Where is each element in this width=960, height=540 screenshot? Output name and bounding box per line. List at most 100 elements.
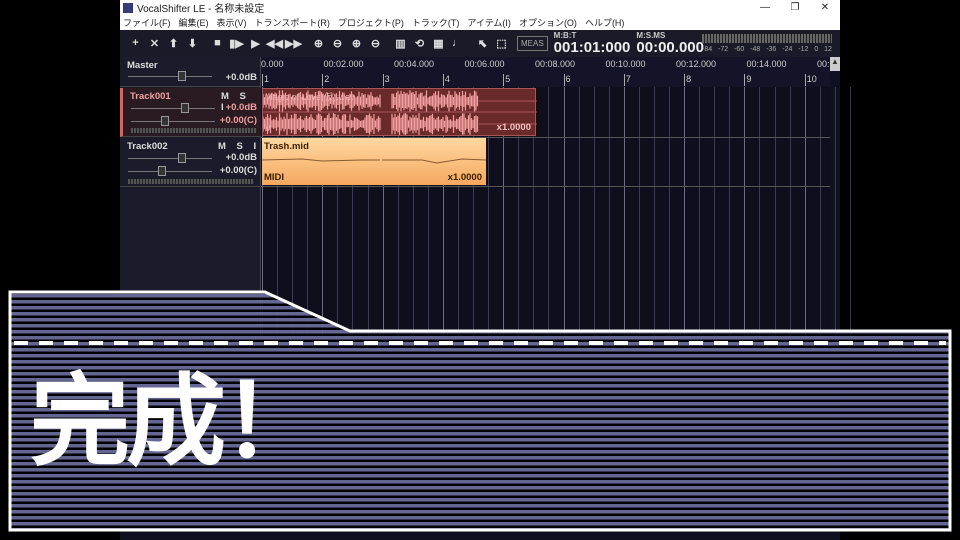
fast-forward-icon[interactable]: ▶▶ (284, 37, 303, 50)
midi-clip[interactable]: Trash.mid MIDI x1.0000 (262, 138, 486, 185)
grid-line (608, 87, 610, 337)
meter-tick: -12 (798, 46, 809, 53)
track-level-meter (128, 179, 254, 184)
clip-rate: x1.0000 (447, 172, 482, 183)
move-down-icon[interactable]: ⬇ (183, 37, 202, 50)
timeline-ruler[interactable]: 0.000 00:02.000 00:04.000 00:06.000 00:08.00… (261, 57, 830, 87)
menu-item[interactable]: アイテム(I) (467, 16, 511, 29)
grid-line (789, 87, 791, 337)
grid-line (744, 87, 746, 337)
menu-item[interactable]: オプション(O) (519, 16, 577, 29)
grid-line (653, 87, 655, 337)
track-pan: +0.00(C) (219, 165, 257, 176)
menu-item[interactable]: 表示(V) (217, 16, 247, 29)
time-label: 00:04.000 (394, 59, 435, 69)
delete-icon[interactable]: ✕ (145, 37, 164, 50)
select-rect-icon[interactable]: ⬚ (492, 37, 511, 50)
grid-line (623, 87, 625, 337)
stop-icon[interactable]: ■ (208, 37, 227, 50)
track-header[interactable]: Track001 M S I +0.0dB +0.00(C) (120, 88, 261, 137)
meas-button[interactable]: MEAS (517, 36, 548, 51)
clip-rate: x1.0000 (496, 122, 531, 133)
grid-line (699, 87, 701, 337)
bar-label: 10 (804, 74, 817, 86)
pointer-icon[interactable]: ⬉ (473, 37, 492, 50)
zoom-in-h-icon[interactable]: ⊕ (309, 37, 328, 50)
meter-tick: -60 (734, 46, 745, 53)
grid-line (684, 87, 686, 337)
msms-value: 00:00.000 (636, 39, 704, 56)
zoom-out-v-icon[interactable]: ⊖ (366, 37, 385, 50)
book-icon[interactable]: ▥ (391, 37, 410, 50)
grid-line (563, 87, 565, 337)
grid-line (774, 87, 776, 337)
menu-item[interactable]: ヘルプ(H) (585, 16, 625, 29)
meter-tick: 0 (814, 46, 819, 53)
zoom-out-h-icon[interactable]: ⊖ (328, 37, 347, 50)
title-bar: VocalShifter LE - 名称未設定 — ❐ ✕ (120, 0, 840, 15)
bar-label: 6 (563, 74, 571, 86)
time-label: 00:12.000 (676, 59, 717, 69)
grid-line (834, 87, 836, 337)
bar-label: 9 (744, 74, 752, 86)
play-from-start-icon[interactable]: ▮▶ (227, 37, 246, 50)
meter-tick: -48 (750, 46, 761, 53)
track-pan: +0.00(C) (219, 115, 257, 126)
loop-icon[interactable]: ⟲ (410, 37, 429, 50)
add-icon[interactable]: + (126, 37, 145, 50)
time-label: 00:08.000 (535, 59, 576, 69)
menu-item[interactable]: トラック(T) (412, 16, 460, 29)
bar-label: 8 (684, 74, 692, 86)
track-lanes[interactable]: Magic of Love(仮).wav V x1.0000 Trash.mid… (261, 87, 851, 337)
rewind-icon[interactable]: ◀◀ (265, 37, 284, 50)
msi-buttons[interactable]: M S I (218, 141, 260, 152)
scroll-up-button[interactable]: ▲ (830, 57, 840, 71)
grid-line (669, 87, 671, 337)
track-name: Track002 (127, 141, 168, 152)
menu-item[interactable]: 編集(E) (179, 16, 209, 29)
track-volume: +0.0dB (225, 102, 257, 113)
mbt-value: 001:01:000 (553, 39, 631, 56)
pan-slider[interactable] (131, 116, 215, 126)
toolbar: + ✕ ⬆ ⬇ ■ ▮▶ ▶ ◀◀ ▶▶ ⊕ ⊖ ⊕ ⊖ ▥ ⟲ ▦ ♩ ⬉ ⬚ MEAS M:B:T 001:01:… (120, 30, 840, 57)
grid-line (548, 87, 550, 337)
bar-label: 5 (503, 74, 511, 86)
minimize-button[interactable]: — (750, 2, 780, 13)
volume-slider[interactable] (128, 153, 212, 163)
note-icon[interactable]: ♩ (448, 37, 467, 50)
grid-line (804, 87, 806, 337)
track-level-meter (131, 128, 257, 133)
menu-item[interactable]: ファイル(F) (123, 16, 171, 29)
meter-tick: -72 (718, 46, 729, 53)
master-volume-slider[interactable] (128, 71, 212, 81)
grid-line (578, 87, 580, 337)
audio-clip[interactable]: Magic of Love(仮).wav V x1.0000 (262, 88, 537, 136)
pan-slider[interactable] (128, 166, 212, 176)
track-headers: Master +0.0dB Track001 M S I +0.0dB +0.0… (120, 57, 261, 337)
clip-type: MIDI (264, 172, 285, 183)
bar-label: 2 (322, 74, 330, 86)
app-icon (123, 2, 133, 13)
window-title: VocalShifter LE - 名称未設定 (137, 4, 265, 15)
close-button[interactable]: ✕ (810, 2, 840, 13)
grid-line (638, 87, 640, 337)
track-name: Track001 (130, 91, 171, 102)
master-name: Master (127, 60, 158, 71)
grid-line (729, 87, 731, 337)
bar-label: 3 (382, 74, 390, 86)
track-header[interactable]: Track002 M S I +0.0dB +0.00(C) (120, 138, 261, 187)
maximize-button[interactable]: ❐ (780, 2, 810, 13)
menu-bar: ファイル(F) 編集(E) 表示(V) トランスポート(R) プロジェクト(P) トラック… (120, 15, 840, 30)
move-up-icon[interactable]: ⬆ (164, 37, 183, 50)
play-icon[interactable]: ▶ (246, 37, 265, 50)
mbt-clock: M:B:T 001:01:000 (553, 32, 631, 56)
time-label: 00:14.000 (746, 59, 787, 69)
menu-item[interactable]: プロジェクト(P) (338, 16, 404, 29)
track-volume: +0.0dB (225, 152, 257, 163)
meter-tick: 12 (824, 46, 832, 53)
zoom-in-v-icon[interactable]: ⊕ (347, 37, 366, 50)
menu-item[interactable]: トランスポート(R) (255, 16, 330, 29)
volume-slider[interactable] (131, 103, 215, 113)
master-volume: +0.0dB (225, 72, 257, 83)
grid-icon[interactable]: ▦ (429, 37, 448, 50)
